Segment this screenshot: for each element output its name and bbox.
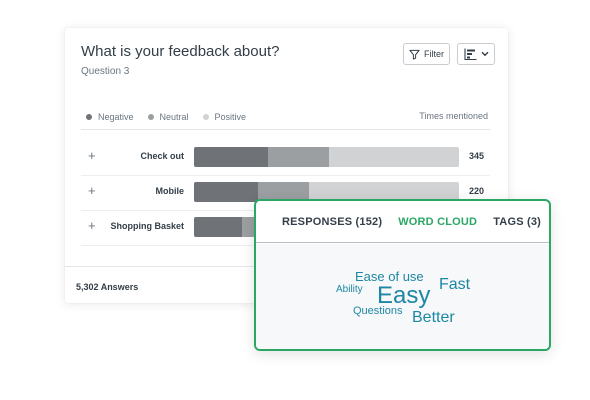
times-mentioned-header: Times mentioned [419,111,488,121]
row-label: Shopping Basket [110,221,184,231]
tab-word-cloud[interactable]: WORD CLOUD [398,216,477,228]
chart-options-button[interactable] [457,43,495,65]
word-cloud-word[interactable]: Fast [439,277,470,293]
funnel-icon [409,49,420,60]
tab-responses[interactable]: RESPONSES (152) [282,216,382,228]
legend-positive: Positive [202,112,247,122]
question-title: What is your feedback about? [81,43,280,60]
legend-label: Negative [98,112,134,122]
filter-label: Filter [424,49,444,59]
filter-button[interactable]: Filter [403,43,450,65]
tab-tags[interactable]: TAGS (3) [493,216,541,228]
question-number: Question 3 [81,66,130,77]
legend-negative: Negative [86,112,134,122]
expand-row-button[interactable]: + [88,149,96,163]
word-cloud-word[interactable]: Ability [336,285,363,295]
legend-label: Neutral [159,112,189,122]
tab-bar: RESPONSES (152) WORD CLOUD TAGS (3) [256,201,549,243]
expand-row-button[interactable]: + [88,184,96,198]
sentiment-bar [194,147,459,167]
chevron-down-icon [481,51,488,57]
word-cloud-word[interactable]: Questions [353,306,403,317]
legend-dot [86,114,92,120]
expand-row-button[interactable]: + [88,219,96,233]
word-cloud-card: RESPONSES (152) WORD CLOUD TAGS (3) Ease… [254,199,551,351]
bar-negative [194,147,269,167]
chart-legend: Negative Neutral Positive [86,112,260,122]
bar-negative [194,182,258,202]
legend-label: Positive [214,112,247,122]
bar-neutral [268,147,330,167]
row-count: 220 [469,186,485,196]
legend-neutral: Neutral [147,112,189,122]
legend-dot [147,114,154,120]
row-label: Check out [140,151,184,161]
row-count: 345 [469,151,485,161]
divider [81,129,490,130]
bar-chart-icon [463,48,476,60]
word-cloud-word[interactable]: Better [412,310,455,326]
table-row: + Check out 345 [81,141,490,176]
legend-dot [202,114,209,120]
word-cloud: Ease of use Ability Easy Fast Questions … [256,244,549,349]
row-label: Mobile [155,186,185,196]
answers-count: 5,302 Answers [76,282,139,292]
bar-negative [194,217,242,237]
